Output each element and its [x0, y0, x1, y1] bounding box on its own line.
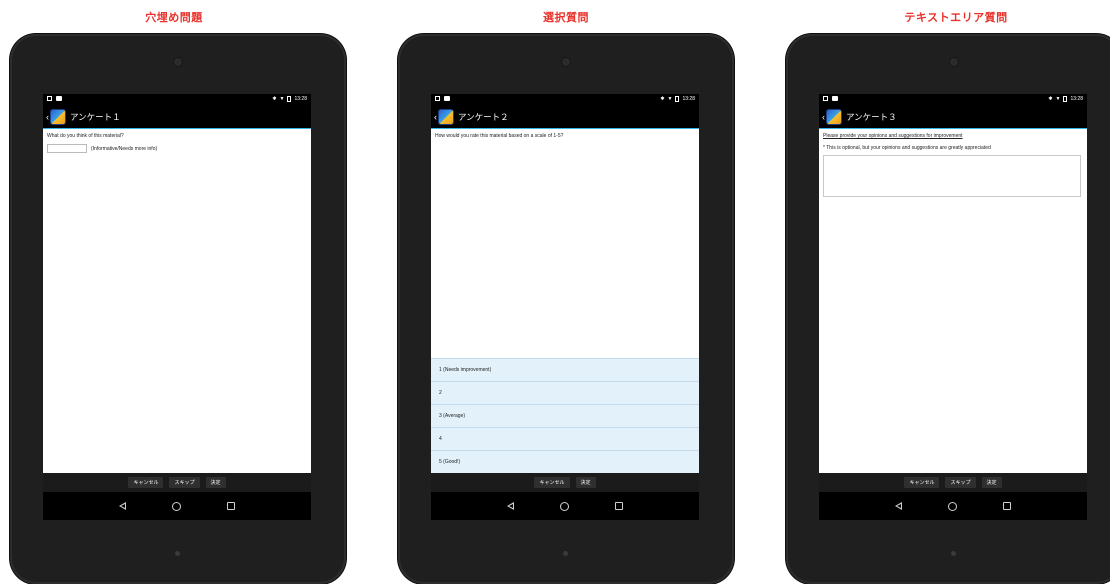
back-chevron-icon[interactable]: ‹: [46, 112, 49, 122]
screen-2: ✱ ▼ 13:28 ‹ アンケート２ How would you rate th…: [431, 94, 699, 520]
home-nav-icon[interactable]: [560, 501, 569, 511]
page-title: アンケート３: [846, 112, 897, 122]
front-camera: [562, 58, 570, 66]
camera-icon: [832, 96, 838, 101]
bluetooth-icon: ✱: [1048, 96, 1053, 102]
wifi-icon: ▼: [667, 96, 673, 102]
skip-button[interactable]: スキップ: [169, 477, 200, 488]
wifi-icon: ▼: [279, 96, 285, 102]
action-bar: ‹ アンケート２: [431, 106, 699, 129]
confirm-button[interactable]: 決定: [575, 477, 596, 488]
page-title: アンケート２: [458, 112, 509, 122]
image-icon: [823, 96, 828, 101]
bottom-button-bar: キャンセル 決定: [431, 473, 699, 492]
nav-bar: [819, 492, 1087, 520]
status-time: 13:28: [682, 96, 695, 102]
rating-options: 1 (Needs improvement) 2 3 (Average) 4 5 …: [431, 358, 699, 473]
image-icon: [47, 96, 52, 101]
image-icon: [435, 96, 440, 101]
app-icon[interactable]: [826, 109, 842, 125]
optional-note: * This is optional, but your opinions an…: [823, 145, 991, 151]
camera-icon: [56, 96, 62, 101]
bluetooth-icon: ✱: [272, 96, 277, 102]
caption-choice: 選択質問: [543, 11, 589, 24]
back-chevron-icon[interactable]: ‹: [434, 112, 437, 122]
content: What do you think of this material? (Inf…: [43, 129, 311, 156]
fill-in-input[interactable]: [47, 144, 87, 153]
screen-3: ✱ ▼ 13:28 ‹ アンケート３ Please provide your o…: [819, 94, 1087, 520]
fill-hint: (Informative/Needs more info): [91, 145, 158, 152]
status-bar: ✱ ▼ 13:28: [431, 94, 699, 106]
sensor-dot: [951, 551, 956, 556]
option-5[interactable]: 5 (Good!): [431, 450, 699, 473]
confirm-button[interactable]: 決定: [981, 477, 1002, 488]
option-3[interactable]: 3 (Average): [431, 404, 699, 427]
bottom-button-bar: キャンセル スキップ 決定: [43, 473, 311, 492]
nav-bar: [43, 492, 311, 520]
bluetooth-icon: ✱: [660, 96, 665, 102]
fill-row: (Informative/Needs more info): [47, 144, 307, 153]
status-bar: ✱ ▼ 13:28: [819, 94, 1087, 106]
sensor-dot: [563, 551, 568, 556]
recents-nav-icon[interactable]: [615, 502, 623, 510]
back-chevron-icon[interactable]: ‹: [822, 112, 825, 122]
tablet-1: ✱ ▼ 13:28 ‹ アンケート１ What do you think of …: [10, 34, 346, 584]
page-title: アンケート１: [70, 112, 121, 122]
status-time: 13:28: [294, 96, 307, 102]
option-2[interactable]: 2: [431, 381, 699, 404]
back-nav-icon[interactable]: [507, 502, 514, 510]
caption-fill-in: 穴埋め問題: [145, 11, 203, 24]
status-bar: ✱ ▼ 13:28: [43, 94, 311, 106]
home-nav-icon[interactable]: [948, 501, 957, 511]
front-camera: [174, 58, 182, 66]
question-text: What do you think of this material?: [47, 133, 124, 139]
prompt-link[interactable]: Please provide your opinions and suggest…: [823, 133, 1083, 139]
battery-icon: [675, 96, 680, 102]
caption-textarea: テキストエリア質問: [904, 11, 1008, 24]
back-nav-icon[interactable]: [895, 502, 902, 510]
cancel-button[interactable]: キャンセル: [534, 477, 570, 488]
skip-button[interactable]: スキップ: [945, 477, 976, 488]
tablet-3: ✱ ▼ 13:28 ‹ アンケート３ Please provide your o…: [786, 34, 1110, 584]
confirm-button[interactable]: 決定: [205, 477, 226, 488]
status-time: 13:28: [1070, 96, 1083, 102]
tablet-2: ✱ ▼ 13:28 ‹ アンケート２ How would you rate th…: [398, 34, 734, 584]
cancel-button[interactable]: キャンセル: [128, 477, 164, 488]
option-4[interactable]: 4: [431, 427, 699, 450]
content: How would you rate this material based o…: [431, 129, 699, 142]
recents-nav-icon[interactable]: [227, 502, 235, 510]
back-nav-icon[interactable]: [119, 502, 126, 510]
app-icon[interactable]: [50, 109, 66, 125]
option-1[interactable]: 1 (Needs improvement): [431, 358, 699, 381]
cancel-button[interactable]: キャンセル: [904, 477, 940, 488]
recents-nav-icon[interactable]: [1003, 502, 1011, 510]
front-camera: [950, 58, 958, 66]
action-bar: ‹ アンケート１: [43, 106, 311, 129]
action-bar: ‹ アンケート３: [819, 106, 1087, 129]
bottom-button-bar: キャンセル スキップ 決定: [819, 473, 1087, 492]
content: Please provide your opinions and suggest…: [819, 129, 1087, 200]
wifi-icon: ▼: [1055, 96, 1061, 102]
battery-icon: [287, 96, 292, 102]
question-text: How would you rate this material based o…: [435, 133, 564, 139]
opinion-textarea[interactable]: [823, 155, 1081, 197]
camera-icon: [444, 96, 450, 101]
battery-icon: [1063, 96, 1068, 102]
screen-1: ✱ ▼ 13:28 ‹ アンケート１ What do you think of …: [43, 94, 311, 520]
sensor-dot: [175, 551, 180, 556]
nav-bar: [431, 492, 699, 520]
home-nav-icon[interactable]: [172, 501, 181, 511]
app-icon[interactable]: [438, 109, 454, 125]
